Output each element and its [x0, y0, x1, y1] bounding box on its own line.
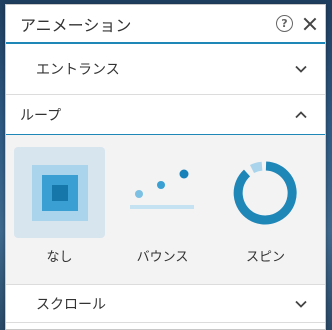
spin-ring-icon	[220, 147, 311, 238]
close-icon[interactable]	[303, 17, 317, 31]
section-scroll-label: スクロール	[36, 296, 106, 313]
animation-panel: アニメーション ? エントランス ループ なし バウンス スピン スクロール	[5, 4, 326, 330]
section-loop-label: ループ	[20, 107, 62, 124]
loop-option-spin-label: スピン	[245, 250, 285, 265]
loop-option-spin[interactable]: スピン	[220, 147, 311, 284]
section-loop[interactable]: ループ	[6, 95, 325, 135]
loop-option-bounce[interactable]: バウンス	[117, 147, 208, 284]
bounce-dots-icon	[117, 147, 208, 238]
chevron-down-icon	[295, 65, 307, 73]
loop-option-bounce-label: バウンス	[136, 250, 189, 265]
chevron-down-icon	[295, 300, 307, 308]
help-icon[interactable]: ?	[276, 15, 293, 32]
loop-option-none[interactable]: なし	[14, 147, 105, 284]
chevron-up-icon	[295, 110, 307, 119]
panel-title: アニメーション	[20, 15, 132, 35]
section-entrance[interactable]: エントランス	[6, 44, 325, 95]
section-entrance-label: エントランス	[36, 62, 120, 78]
none-squares-icon	[14, 147, 105, 238]
panel-header: アニメーション ?	[6, 5, 325, 44]
loop-options-gallery: なし バウンス スピン	[6, 135, 325, 285]
section-scroll[interactable]: スクロール	[6, 285, 325, 323]
loop-option-none-label: なし	[46, 250, 73, 265]
